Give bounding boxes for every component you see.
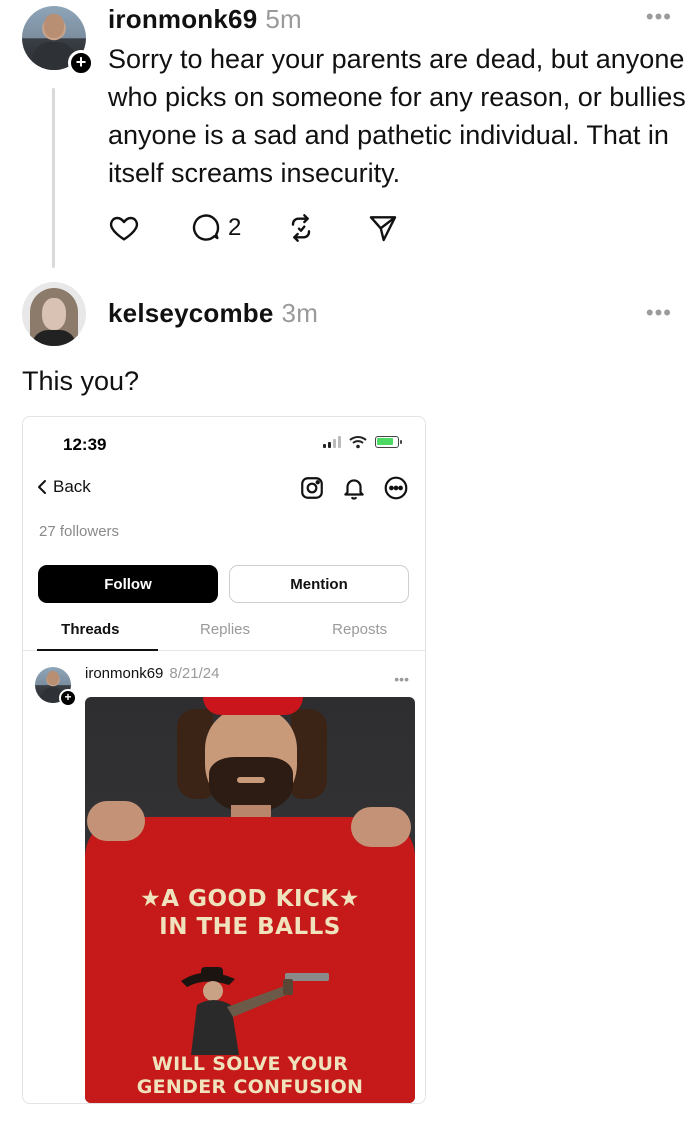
like-button[interactable] [108,212,140,244]
post2-more-icon[interactable]: ••• [646,302,672,324]
post-photo[interactable]: ★A GOOD KICK★ IN THE BALLS WILL SOLVE YO… [85,697,415,1103]
post1-time: 5m [265,4,302,34]
followers-count[interactable]: 27 followers [39,523,119,540]
post2-username[interactable]: kelseycombe [108,298,274,328]
bell-icon[interactable] [341,475,367,501]
embedded-screenshot[interactable]: 12:39 Back 27 followers Follow Mention T [22,416,426,1104]
inner-post-header: ironmonk69 8/21/24 [85,665,219,682]
heart-icon [109,216,139,241]
inner-post-avatar[interactable]: + [35,667,77,707]
inner-post-more-icon[interactable]: ••• [394,671,409,687]
post2-text: This you? [22,366,140,396]
share-button[interactable] [367,212,399,244]
post2-avatar[interactable] [22,282,86,346]
reply-count: 2 [228,214,242,241]
cowboy-illustration [181,967,329,1055]
battery-icon [375,436,402,448]
post1-header: ironmonk69 5m [108,4,302,35]
tab-threads[interactable]: Threads [23,621,158,651]
follow-button[interactable]: Follow [38,565,218,603]
tab-replies[interactable]: Replies [158,621,293,650]
profile-top-icons [299,475,409,501]
post1-actions: 2 [108,208,449,248]
inner-post-date: 8/21/24 [169,665,220,682]
mention-button[interactable]: Mention [229,565,409,603]
instagram-icon[interactable] [299,475,325,501]
post1-username[interactable]: ironmonk69 [108,4,257,34]
shirt-print-top: ★A GOOD KICK★ IN THE BALLS [140,886,360,940]
tab-reposts[interactable]: Reposts [292,621,425,650]
repost-button[interactable] [285,212,317,244]
status-time: 12:39 [63,435,107,454]
more-circle-icon[interactable] [383,475,409,501]
status-icons [323,435,402,449]
follow-plus-icon[interactable]: + [68,50,94,76]
post1-text: Sorry to hear your parents are dead, but… [108,44,686,188]
post2-time: 3m [281,298,319,328]
send-icon [370,216,397,242]
comment-icon [192,214,220,241]
post1-more-icon[interactable]: ••• [646,6,672,28]
repost-icon [292,214,311,242]
post2-header: kelseycombe 3m [108,298,318,329]
shirt-print-bottom: WILL SOLVE YOUR GENDER CONFUSION [136,1053,364,1098]
wifi-icon [349,436,367,449]
reply-button[interactable]: 2 [190,212,241,244]
follow-plus-icon[interactable]: + [59,689,77,707]
back-label: Back [53,477,91,496]
signal-icon [323,436,341,448]
chevron-left-icon [38,480,46,494]
thread-line [52,88,55,268]
back-button[interactable]: Back [37,477,91,497]
profile-tabs: Threads Replies Reposts [23,621,425,651]
post1-avatar[interactable]: + [22,6,94,76]
inner-post-username[interactable]: ironmonk69 [85,665,163,682]
